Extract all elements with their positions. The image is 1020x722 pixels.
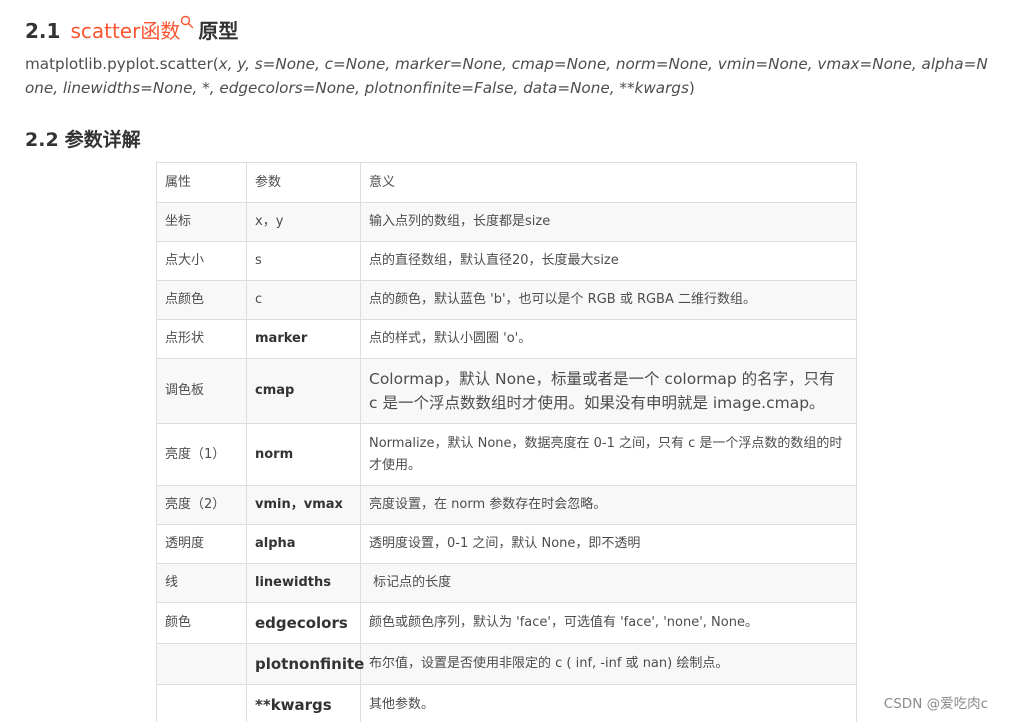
section-heading-prototype: 2.1 scatter函数 原型	[25, 14, 238, 48]
attr-cell: 线	[156, 563, 247, 603]
table-row: plotnonfinite 布尔值，设置是否使用非限定的 c ( inf, -i…	[156, 643, 857, 685]
signature-suffix: )	[688, 79, 695, 97]
meaning-cell: 亮度设置，在 norm 参数存在时会忽略。	[360, 485, 857, 525]
meaning-cell: 点的直径数组，默认直径20，长度最大size	[360, 241, 857, 281]
param-cell: edgecolors	[246, 602, 361, 644]
header-cell-param: 参数	[246, 162, 361, 203]
param-cell: plotnonfinite	[246, 643, 364, 685]
search-icon[interactable]	[180, 15, 196, 29]
attr-cell: 坐标	[156, 202, 247, 242]
attr-cell: 透明度	[156, 524, 247, 564]
param-cell: s	[246, 241, 361, 281]
table-row: 亮度（1） norm Normalize，默认 None，数据亮度在 0-1 之…	[156, 423, 857, 486]
attr-cell: 点大小	[156, 241, 247, 281]
table-row: 亮度（2） vmin，vmax 亮度设置，在 norm 参数存在时会忽略。	[156, 485, 857, 525]
param-cell: linewidths	[246, 563, 361, 603]
signature-prefix: matplotlib.pyplot.scatter(	[25, 55, 219, 73]
section-heading-params: 2.2 参数详解	[25, 124, 141, 156]
table-row: 透明度 alpha 透明度设置，0-1 之间，默认 None，即不透明	[156, 524, 857, 564]
section-number: 2.1	[25, 19, 61, 43]
article-content: 2.1 scatter函数 原型 matplotlib.pyplot.scatter…	[0, 0, 1003, 722]
table-row: 点形状 marker 点的样式，默认小圆圈 'o'。	[156, 319, 857, 359]
attr-cell: 亮度（1）	[156, 423, 247, 486]
table-row: 点大小 s 点的直径数组，默认直径20，长度最大size	[156, 241, 857, 281]
param-cell: norm	[246, 423, 361, 486]
attr-cell: 亮度（2）	[156, 485, 247, 525]
meaning-cell: 布尔值，设置是否使用非限定的 c ( inf, -inf 或 nan) 绘制点。	[360, 643, 857, 685]
section-heading-rest: 原型	[198, 19, 239, 43]
table-row: 颜色 edgecolors 颜色或颜色序列，默认为 'face'，可选值有 'f…	[156, 602, 857, 644]
attr-cell	[156, 684, 247, 722]
meaning-cell: 点的颜色，默认蓝色 'b'，也可以是个 RGB 或 RGBA 二维行数组。	[360, 280, 857, 320]
header-cell-meaning: 意义	[360, 162, 857, 203]
attr-cell	[156, 643, 247, 685]
keyword-search-link[interactable]: scatter函数	[70, 19, 180, 43]
meaning-cell: 其他参数。	[360, 684, 857, 722]
section-number: 2.2	[25, 129, 59, 151]
param-cell: alpha	[246, 524, 361, 564]
table-row: 调色板 cmap Colormap，默认 None，标量或者是一个 colorm…	[156, 358, 857, 424]
meaning-cell: 颜色或颜色序列，默认为 'face'，可选值有 'face', 'none', …	[360, 602, 857, 644]
attr-cell: 点颜色	[156, 280, 247, 320]
param-cell: c	[246, 280, 361, 320]
table-row: 线 linewidths 标记点的长度	[156, 563, 857, 603]
function-signature: matplotlib.pyplot.scatter(x, y, s=None, …	[25, 52, 990, 100]
param-cell: cmap	[246, 358, 361, 424]
meaning-cell: Colormap，默认 None，标量或者是一个 colormap 的名字，只有…	[360, 358, 857, 424]
meaning-cell: 标记点的长度	[360, 563, 857, 603]
param-cell: **kwargs	[246, 684, 361, 722]
param-cell: marker	[246, 319, 361, 359]
attr-cell: 颜色	[156, 602, 247, 644]
meaning-cell: 透明度设置，0-1 之间，默认 None，即不透明	[360, 524, 857, 564]
table-row: **kwargs 其他参数。	[156, 684, 857, 722]
page-edge	[1003, 0, 1020, 722]
parameter-table: 属性 参数 意义 坐标 x，y 输入点列的数组，长度都是size 点大小 s 点…	[156, 162, 857, 722]
param-cell: x，y	[246, 202, 361, 242]
meaning-cell: 点的样式，默认小圆圈 'o'。	[360, 319, 857, 359]
table-row: 点颜色 c 点的颜色，默认蓝色 'b'，也可以是个 RGB 或 RGBA 二维行…	[156, 280, 857, 320]
meaning-cell: 输入点列的数组，长度都是size	[360, 202, 857, 242]
table-row: 坐标 x，y 输入点列的数组，长度都是size	[156, 202, 857, 242]
param-cell: vmin，vmax	[246, 485, 361, 525]
section-heading-text: 参数详解	[64, 129, 141, 151]
attr-cell: 调色板	[156, 358, 247, 424]
csdn-watermark: CSDN @爱吃肉c	[883, 696, 988, 712]
header-cell-attr: 属性	[156, 162, 247, 203]
table-header-row: 属性 参数 意义	[156, 162, 857, 203]
meaning-cell: Normalize，默认 None，数据亮度在 0-1 之间，只有 c 是一个浮…	[360, 423, 857, 486]
attr-cell: 点形状	[156, 319, 247, 359]
